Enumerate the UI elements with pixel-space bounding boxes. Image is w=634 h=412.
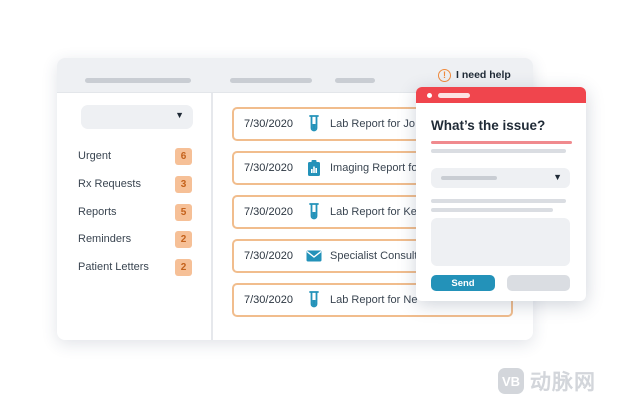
header-placeholder	[438, 93, 470, 98]
help-button[interactable]: ! I need help	[438, 68, 511, 82]
sidebar-item-urgent[interactable]: Urgent 6	[78, 147, 192, 165]
test-tube-icon	[306, 291, 322, 309]
help-label: I need help	[456, 69, 511, 81]
send-button[interactable]: Send	[431, 275, 495, 291]
sidebar-dropdown[interactable]: ▼	[81, 105, 193, 129]
top-bar-placeholder-2	[230, 78, 312, 83]
watermark-text: 动脉网	[530, 371, 596, 394]
watermark-logo: VB	[498, 368, 524, 394]
panel-title: What’s the issue?	[431, 118, 546, 133]
clipboard-chart-icon	[306, 159, 322, 177]
message-title: Imaging Report fo	[330, 162, 418, 174]
header-dot	[427, 93, 432, 98]
sidebar-item-reminders[interactable]: Reminders 2	[78, 230, 192, 248]
sidebar-item-reports[interactable]: Reports 5	[78, 203, 192, 221]
caret-down-icon: ▼	[553, 172, 562, 182]
test-tube-icon	[306, 203, 322, 221]
text-placeholder-line	[431, 208, 553, 212]
message-date: 7/30/2020	[244, 250, 293, 262]
test-tube-icon	[306, 115, 322, 133]
sidebar-item-patient-letters[interactable]: Patient Letters 2	[78, 258, 192, 276]
message-title: Lab Report for Ne	[330, 294, 418, 306]
watermark: VB 动脉网	[498, 366, 596, 396]
sidebar-item-label: Rx Requests	[78, 178, 141, 190]
issue-dropdown[interactable]: ▼	[431, 168, 570, 188]
secondary-button[interactable]	[507, 275, 570, 291]
help-panel: What’s the issue? ▼ Send	[416, 87, 586, 301]
sidebar-item-label: Patient Letters	[78, 261, 149, 273]
count-badge: 5	[175, 203, 192, 221]
sidebar-item-label: Reports	[78, 206, 117, 218]
message-title: Lab Report for Ke	[330, 206, 417, 218]
issue-textarea[interactable]	[431, 218, 570, 266]
message-date: 7/30/2020	[244, 162, 293, 174]
exclamation-circle-icon: !	[438, 68, 451, 82]
caret-down-icon: ▼	[175, 110, 184, 120]
message-date: 7/30/2020	[244, 206, 293, 218]
message-title: Lab Report for Jo	[330, 118, 415, 130]
count-badge: 6	[175, 147, 192, 165]
message-title: Specialist Consult	[330, 250, 418, 262]
panel-header	[416, 87, 586, 103]
sidebar-item-rx-requests[interactable]: Rx Requests 3	[78, 175, 192, 193]
count-badge: 2	[175, 230, 192, 248]
sidebar-item-label: Reminders	[78, 233, 132, 245]
sidebar-item-label: Urgent	[78, 150, 112, 162]
top-bar-placeholder-3	[335, 78, 375, 83]
title-underline	[431, 141, 572, 144]
text-placeholder-line	[431, 149, 566, 153]
sidebar: ▼ Urgent 6 Rx Requests 3 Reports 5 Remin…	[57, 93, 213, 340]
envelope-icon	[306, 247, 322, 265]
top-bar-placeholder-1	[85, 78, 191, 83]
text-placeholder-line	[431, 199, 566, 203]
count-badge: 2	[175, 258, 192, 276]
message-date: 7/30/2020	[244, 294, 293, 306]
count-badge: 3	[175, 175, 192, 193]
dropdown-placeholder	[441, 176, 497, 180]
message-date: 7/30/2020	[244, 118, 293, 130]
